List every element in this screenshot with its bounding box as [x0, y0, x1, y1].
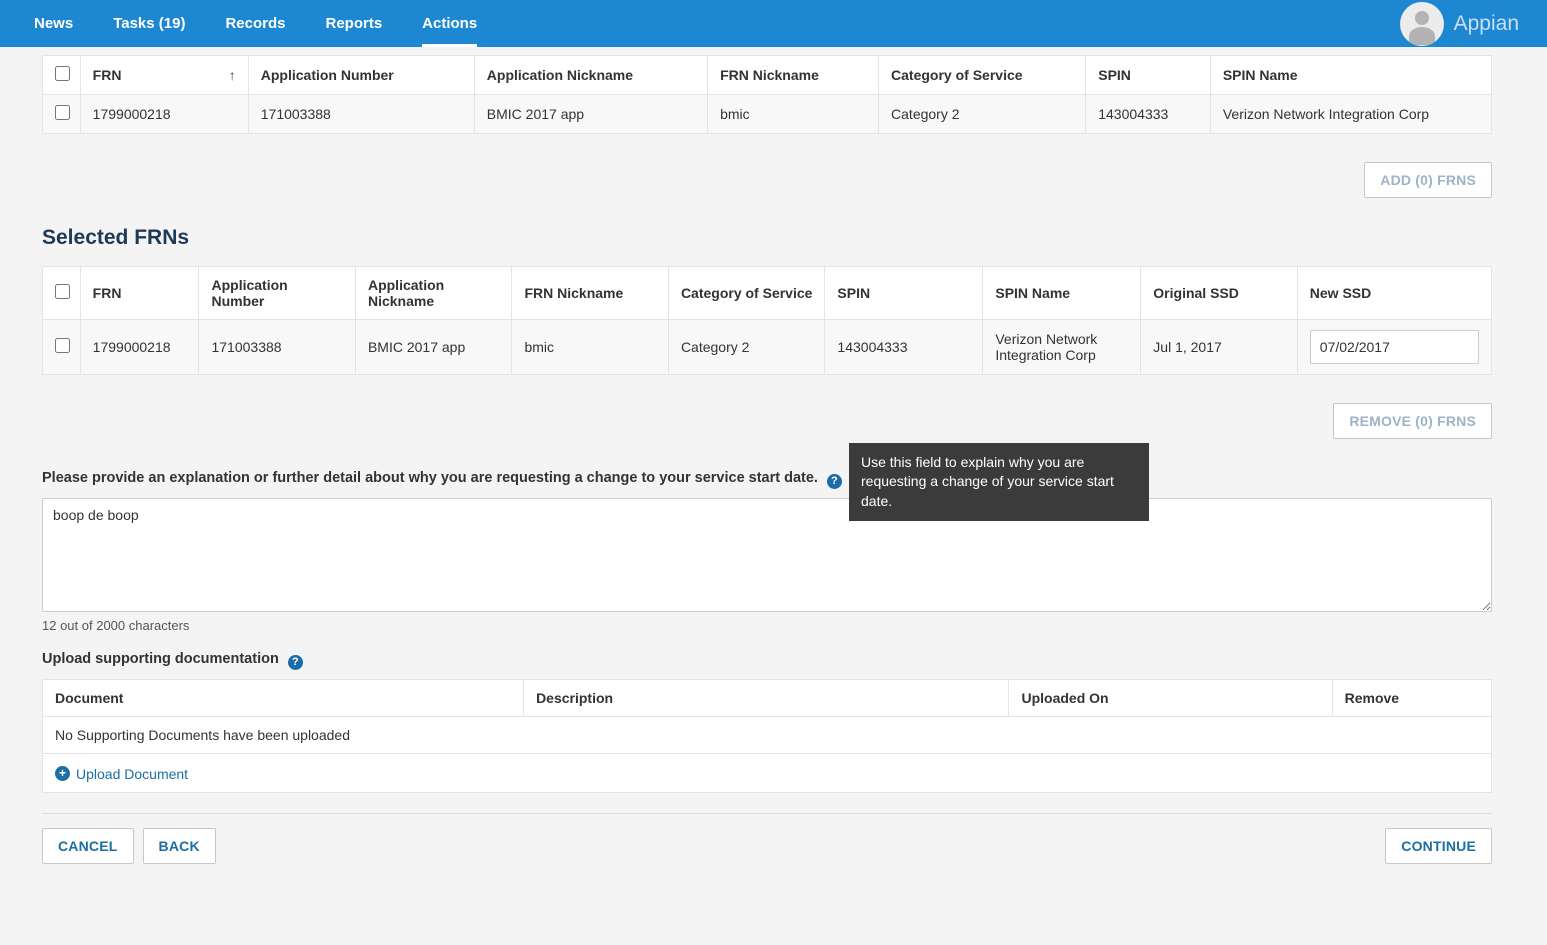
nav-item-actions[interactable]: Actions — [402, 0, 497, 47]
nav-item-reports[interactable]: Reports — [305, 0, 402, 47]
supporting-documents-table: Document Description Uploaded On Remove … — [42, 679, 1492, 793]
row-select-checkbox[interactable] — [55, 338, 70, 353]
help-icon[interactable]: ? — [288, 655, 303, 670]
explanation-textarea[interactable]: boop de boop — [42, 498, 1492, 612]
user-avatar[interactable] — [1400, 2, 1444, 46]
cell-application-nickname: BMIC 2017 app — [474, 95, 707, 134]
new-ssd-input[interactable] — [1310, 330, 1479, 364]
select-all-checkbox[interactable] — [55, 66, 70, 81]
explanation-label: Please provide an explanation or further… — [42, 470, 818, 486]
nav-right: Appian — [1400, 2, 1533, 46]
cell-spin: 143004333 — [1086, 95, 1211, 134]
column-header-application-nickname[interactable]: Application Nickname — [355, 267, 511, 320]
nav-item-tasks[interactable]: Tasks (19) — [93, 0, 205, 47]
footer-actions: CANCEL BACK CONTINUE — [42, 828, 1492, 864]
table-row: 1799000218 171003388 BMIC 2017 app bmic … — [43, 320, 1492, 375]
main-content: FRN ↑ Application Number Application Nic… — [0, 47, 1547, 884]
explanation-section: Please provide an explanation or further… — [42, 469, 1492, 633]
column-header-category-of-service[interactable]: Category of Service — [879, 56, 1086, 95]
continue-button[interactable]: CONTINUE — [1385, 828, 1492, 864]
cell-category-of-service: Category 2 — [879, 95, 1086, 134]
column-header-description: Description — [524, 680, 1009, 717]
help-tooltip: Use this field to explain why you are re… — [849, 443, 1149, 521]
cell-category-of-service: Category 2 — [668, 320, 824, 375]
column-header-new-ssd[interactable]: New SSD — [1297, 267, 1491, 320]
column-header-remove: Remove — [1332, 680, 1491, 717]
character-count: 12 out of 2000 characters — [42, 618, 1492, 633]
column-header-frn[interactable]: FRN — [80, 267, 199, 320]
column-header-uploaded-on: Uploaded On — [1009, 680, 1332, 717]
column-header-frn-nickname[interactable]: FRN Nickname — [512, 267, 668, 320]
help-icon[interactable]: ? — [827, 474, 842, 489]
cell-application-number: 171003388 — [248, 95, 474, 134]
footer-divider — [42, 813, 1492, 814]
column-header-frn-nickname[interactable]: FRN Nickname — [708, 56, 879, 95]
cell-frn: 1799000218 — [80, 320, 199, 375]
cell-frn-nickname: bmic — [708, 95, 879, 134]
upload-document-link[interactable]: + Upload Document — [55, 766, 188, 782]
column-header-application-number[interactable]: Application Number — [199, 267, 355, 320]
column-header-application-number[interactable]: Application Number — [248, 56, 474, 95]
select-all-checkbox[interactable] — [55, 284, 70, 299]
nav-item-records[interactable]: Records — [205, 0, 305, 47]
remove-frns-button[interactable]: REMOVE (0) FRNS — [1333, 403, 1492, 439]
cell-spin-name: Verizon Network Integration Corp — [1210, 95, 1491, 134]
upload-documentation-label: Upload supporting documentation — [42, 651, 279, 667]
column-header-spin[interactable]: SPIN — [825, 267, 983, 320]
nav-item-news[interactable]: News — [14, 0, 93, 47]
table-row: 1799000218 171003388 BMIC 2017 app bmic … — [43, 95, 1492, 134]
column-header-document: Document — [43, 680, 524, 717]
column-header-spin-name[interactable]: SPIN Name — [1210, 56, 1491, 95]
row-select-checkbox[interactable] — [55, 105, 70, 120]
column-header-original-ssd[interactable]: Original SSD — [1141, 267, 1297, 320]
column-header-spin[interactable]: SPIN — [1086, 56, 1211, 95]
column-header-frn[interactable]: FRN ↑ — [80, 56, 248, 95]
appian-logo: Appian — [1454, 12, 1519, 36]
column-header-spin-name[interactable]: SPIN Name — [983, 267, 1141, 320]
cell-frn-nickname: bmic — [512, 320, 668, 375]
cell-application-number: 171003388 — [199, 320, 355, 375]
plus-circle-icon: + — [55, 766, 70, 781]
sort-ascending-icon: ↑ — [229, 67, 236, 83]
selected-frns-table: FRN Application Number Application Nickn… — [42, 266, 1492, 375]
cell-spin: 143004333 — [825, 320, 983, 375]
back-button[interactable]: BACK — [143, 828, 216, 864]
selected-frns-heading: Selected FRNs — [42, 226, 1492, 250]
cell-original-ssd: Jul 1, 2017 — [1141, 320, 1297, 375]
cell-application-nickname: BMIC 2017 app — [355, 320, 511, 375]
top-nav: News Tasks (19) Records Reports Actions … — [0, 0, 1547, 47]
add-frns-button[interactable]: ADD (0) FRNS — [1364, 162, 1492, 198]
column-header-category-of-service[interactable]: Category of Service — [668, 267, 824, 320]
cell-spin-name: Verizon Network Integration Corp — [983, 320, 1141, 375]
frn-search-results-table: FRN ↑ Application Number Application Nic… — [42, 55, 1492, 134]
empty-table-message: No Supporting Documents have been upload… — [43, 717, 1492, 754]
cell-frn: 1799000218 — [80, 95, 248, 134]
cancel-button[interactable]: CANCEL — [42, 828, 134, 864]
column-header-application-nickname[interactable]: Application Nickname — [474, 56, 707, 95]
avatar-person-icon — [1415, 11, 1429, 25]
